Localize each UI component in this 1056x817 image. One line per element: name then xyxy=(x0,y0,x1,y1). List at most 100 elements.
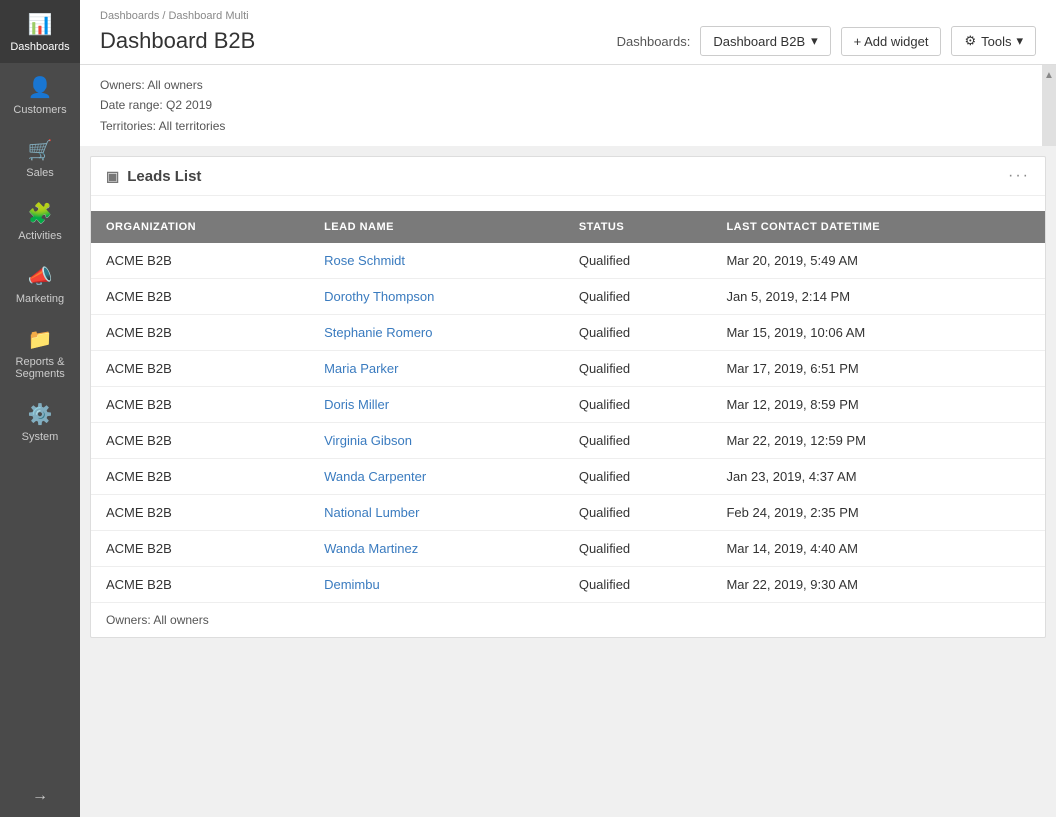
col-last-contact: LAST CONTACT DATETIME xyxy=(711,211,1045,243)
lead-name-link[interactable]: Rose Schmidt xyxy=(324,253,405,268)
sidebar-item-label: Reports & Segments xyxy=(0,356,80,380)
sidebar-item-marketing[interactable]: 📣 Marketing xyxy=(0,252,80,315)
sidebar-item-system[interactable]: ⚙️ System xyxy=(0,390,80,453)
table-row: ACME B2BRose SchmidtQualifiedMar 20, 201… xyxy=(91,243,1045,279)
leads-widget: ▣ Leads List ··· ORGANIZATION LEAD NAME … xyxy=(90,156,1046,638)
cell-last-contact: Mar 12, 2019, 8:59 PM xyxy=(711,387,1045,423)
tools-label: Tools xyxy=(981,34,1011,49)
chevron-down-icon: ▾ xyxy=(811,33,818,49)
table-row: ACME B2B Demimbu QualifiedMar 22, 2019, 9:… xyxy=(91,567,1045,603)
cell-last-contact: Jan 23, 2019, 4:37 AM xyxy=(711,459,1045,495)
sidebar: 📊 Dashboards 👤 Customers 🛒 Sales 🧩 Activ… xyxy=(0,0,80,817)
cell-lead-name[interactable]: Wanda Martinez xyxy=(309,531,564,567)
sidebar-item-label: Customers xyxy=(13,104,66,116)
sidebar-item-label: System xyxy=(22,431,59,443)
cell-organization: ACME B2B xyxy=(91,351,309,387)
page-title: Dashboard B2B xyxy=(100,28,255,54)
table-row: ACME B2BWanda CarpenterQualifiedJan 23, … xyxy=(91,459,1045,495)
table-row: ACME B2B Stephanie Romero QualifiedMar 15,… xyxy=(91,315,1045,351)
gear-icon: ⚙ xyxy=(964,33,976,49)
table-row: ACME B2BDorothy ThompsonQualifiedJan 5, … xyxy=(91,279,1045,315)
lead-name-link[interactable]: Demimbu xyxy=(324,577,380,592)
owners-filter: Owners: All owners xyxy=(100,75,1036,95)
sidebar-item-label: Marketing xyxy=(16,293,64,305)
widget-header: ▣ Leads List ··· xyxy=(91,157,1045,196)
cell-last-contact: Jan 5, 2019, 2:14 PM xyxy=(711,279,1045,315)
sidebar-item-customers[interactable]: 👤 Customers xyxy=(0,63,80,126)
lead-name-link[interactable]: Virginia Gibson xyxy=(324,433,412,448)
cell-organization: ACME B2B xyxy=(91,495,309,531)
lead-name-link[interactable]: Wanda Martinez xyxy=(324,541,418,556)
cell-lead-name[interactable]: Maria Parker xyxy=(309,351,564,387)
table-row: ACME B2B Doris Miller QualifiedMar 12, 201… xyxy=(91,387,1045,423)
cell-status: Qualified xyxy=(564,387,712,423)
add-widget-label: + Add widget xyxy=(854,34,929,49)
content-area: Owners: All owners Date range: Q2 2019 T… xyxy=(80,65,1056,817)
cell-lead-name[interactable]: National Lumber xyxy=(309,495,564,531)
cell-organization: ACME B2B xyxy=(91,315,309,351)
cell-lead-name[interactable]: Virginia Gibson xyxy=(309,423,564,459)
footer-owners: Owners: All owners xyxy=(106,613,209,627)
cell-lead-name[interactable]: Rose Schmidt xyxy=(309,243,564,279)
lead-name-link[interactable]: Wanda Carpenter xyxy=(324,469,426,484)
cell-last-contact: Mar 17, 2019, 6:51 PM xyxy=(711,351,1045,387)
sidebar-item-sales[interactable]: 🛒 Sales xyxy=(0,126,80,189)
sidebar-arrow[interactable]: → xyxy=(0,775,80,817)
cell-lead-name[interactable]: Doris Miller xyxy=(309,387,564,423)
scroll-bar[interactable]: ▲ xyxy=(1042,65,1056,146)
col-status: STATUS xyxy=(564,211,712,243)
cell-lead-name[interactable]: Wanda Carpenter xyxy=(309,459,564,495)
cell-status: Qualified xyxy=(564,315,712,351)
territories-filter: Territories: All territories xyxy=(100,116,1036,136)
marketing-icon: 📣 xyxy=(28,264,53,289)
lead-name-link[interactable]: Dorothy Thompson xyxy=(324,289,434,304)
arrow-icon: → xyxy=(32,787,48,805)
chevron-down-icon: ▾ xyxy=(1016,33,1023,49)
cell-status: Qualified xyxy=(564,351,712,387)
widget-title-area: ▣ Leads List xyxy=(106,168,201,185)
customers-icon: 👤 xyxy=(28,75,53,100)
lead-name-link[interactable]: Doris Miller xyxy=(324,397,389,412)
cell-lead-name[interactable]: Stephanie Romero xyxy=(309,315,564,351)
collapse-icon[interactable]: ▣ xyxy=(106,168,119,185)
cell-last-contact: Mar 15, 2019, 10:06 AM xyxy=(711,315,1045,351)
cell-last-contact: Mar 14, 2019, 4:40 AM xyxy=(711,531,1045,567)
cell-organization: ACME B2B xyxy=(91,531,309,567)
sidebar-item-label: Activities xyxy=(18,230,61,242)
col-lead-name: LEAD NAME xyxy=(309,211,564,243)
cell-lead-name[interactable]: Dorothy Thompson xyxy=(309,279,564,315)
sales-icon: 🛒 xyxy=(28,138,53,163)
lead-name-link[interactable]: Stephanie Romero xyxy=(324,325,432,340)
dashboard-dropdown[interactable]: Dashboard B2B ▾ xyxy=(700,26,830,56)
cell-status: Qualified xyxy=(564,567,712,603)
cell-organization: ACME B2B xyxy=(91,387,309,423)
table-row: ACME B2BVirginia GibsonQualifiedMar 22, … xyxy=(91,423,1045,459)
cell-last-contact: Mar 22, 2019, 9:30 AM xyxy=(711,567,1045,603)
scroll-up-arrow[interactable]: ▲ xyxy=(1044,67,1054,84)
cell-lead-name[interactable]: Demimbu xyxy=(309,567,564,603)
cell-organization: ACME B2B xyxy=(91,423,309,459)
cell-organization: ACME B2B xyxy=(91,567,309,603)
add-widget-button[interactable]: + Add widget xyxy=(841,27,942,56)
dashboards-label: Dashboards: xyxy=(617,34,691,49)
lead-name-link[interactable]: National Lumber xyxy=(324,505,419,520)
cell-last-contact: Feb 24, 2019, 2:35 PM xyxy=(711,495,1045,531)
cell-organization: ACME B2B xyxy=(91,459,309,495)
table-header-row: ORGANIZATION LEAD NAME STATUS LAST CONTA… xyxy=(91,211,1045,243)
widget-menu-button[interactable]: ··· xyxy=(1008,167,1030,185)
sidebar-item-label: Dashboards xyxy=(10,41,69,53)
cell-status: Qualified xyxy=(564,423,712,459)
tools-button[interactable]: ⚙ Tools ▾ xyxy=(951,26,1036,56)
table-row: ACME B2BNational LumberQualifiedFeb 24, … xyxy=(91,495,1045,531)
cell-organization: ACME B2B xyxy=(91,279,309,315)
table-row: ACME B2B Wanda Martinez QualifiedMar 14, 2… xyxy=(91,531,1045,567)
lead-name-link[interactable]: Maria Parker xyxy=(324,361,398,376)
sidebar-item-activities[interactable]: 🧩 Activities xyxy=(0,189,80,252)
cell-last-contact: Mar 20, 2019, 5:49 AM xyxy=(711,243,1045,279)
sidebar-item-reports[interactable]: 📁 Reports & Segments xyxy=(0,315,80,390)
cell-status: Qualified xyxy=(564,531,712,567)
dropdown-label: Dashboard B2B xyxy=(713,34,805,49)
sidebar-item-dashboards[interactable]: 📊 Dashboards xyxy=(0,0,80,63)
activities-icon: 🧩 xyxy=(28,201,53,226)
breadcrumb: Dashboards / Dashboard Multi xyxy=(100,10,1036,22)
